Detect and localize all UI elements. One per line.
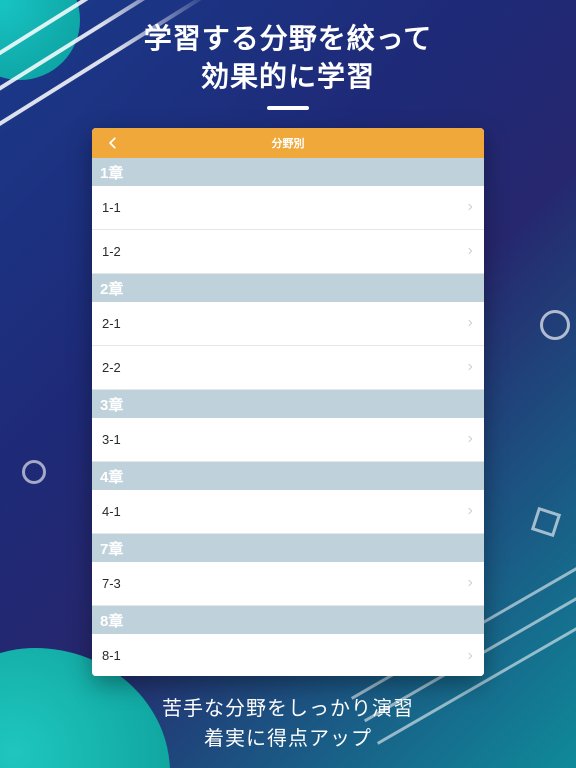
section-header: 3章 bbox=[92, 390, 484, 418]
chevron-right-icon bbox=[466, 505, 474, 517]
section-header: 8章 bbox=[92, 606, 484, 634]
chevron-right-icon bbox=[466, 317, 474, 329]
phone-mock: 分野別 1章 1-1 1-2 2章 2-1 2-2 3章 3-1 4章 4-1 7章 7-3 8章 8-1 bbox=[92, 128, 484, 676]
chevron-right-icon bbox=[466, 201, 474, 213]
list-item[interactable]: 8-1 bbox=[92, 634, 484, 676]
chevron-right-icon bbox=[466, 245, 474, 257]
list-item-label: 1-2 bbox=[102, 244, 121, 259]
list-item-label: 2-2 bbox=[102, 360, 121, 375]
list-item[interactable]: 1-2 bbox=[92, 230, 484, 274]
nav-title: 分野別 bbox=[272, 135, 305, 151]
section-header: 1章 bbox=[92, 158, 484, 186]
list-item[interactable]: 3-1 bbox=[92, 418, 484, 462]
list-item-label: 8-1 bbox=[102, 648, 121, 663]
list-item-label: 2-1 bbox=[102, 316, 121, 331]
chevron-left-icon bbox=[106, 136, 120, 150]
headline-line-1: 学習する分野を絞って bbox=[0, 20, 576, 58]
list-item-label: 3-1 bbox=[102, 432, 121, 447]
section-header: 2章 bbox=[92, 274, 484, 302]
section-header: 7章 bbox=[92, 534, 484, 562]
decor-outline-circle-right bbox=[540, 310, 570, 340]
list-item-label: 1-1 bbox=[102, 200, 121, 215]
promo-background: 学習する分野を絞って 効果的に学習 分野別 1章 1-1 1-2 2章 2-1 2-2 3章… bbox=[0, 0, 576, 768]
list-item[interactable]: 1-1 bbox=[92, 186, 484, 230]
decor-outline-square-right bbox=[531, 507, 561, 537]
nav-bar: 分野別 bbox=[92, 128, 484, 158]
list-item[interactable]: 4-1 bbox=[92, 490, 484, 534]
chevron-right-icon bbox=[466, 361, 474, 373]
section-header: 4章 bbox=[92, 462, 484, 490]
list-item-label: 7-3 bbox=[102, 576, 121, 591]
headline: 学習する分野を絞って 効果的に学習 bbox=[0, 0, 576, 110]
back-button[interactable] bbox=[98, 128, 128, 158]
headline-underline bbox=[267, 106, 309, 110]
footer-line-2: 着実に得点アップ bbox=[0, 724, 576, 754]
headline-line-2: 効果的に学習 bbox=[0, 58, 576, 96]
category-list: 1章 1-1 1-2 2章 2-1 2-2 3章 3-1 4章 4-1 7章 7-3 8章 8-1 bbox=[92, 158, 484, 676]
list-item[interactable]: 7-3 bbox=[92, 562, 484, 606]
chevron-right-icon bbox=[466, 577, 474, 589]
list-item[interactable]: 2-2 bbox=[92, 346, 484, 390]
chevron-right-icon bbox=[466, 433, 474, 445]
decor-outline-circle-left bbox=[22, 460, 46, 484]
chevron-right-icon bbox=[466, 650, 474, 662]
list-item[interactable]: 2-1 bbox=[92, 302, 484, 346]
footer-line-1: 苦手な分野をしっかり演習 bbox=[0, 694, 576, 724]
list-item-label: 4-1 bbox=[102, 504, 121, 519]
footer-caption: 苦手な分野をしっかり演習 着実に得点アップ bbox=[0, 694, 576, 754]
